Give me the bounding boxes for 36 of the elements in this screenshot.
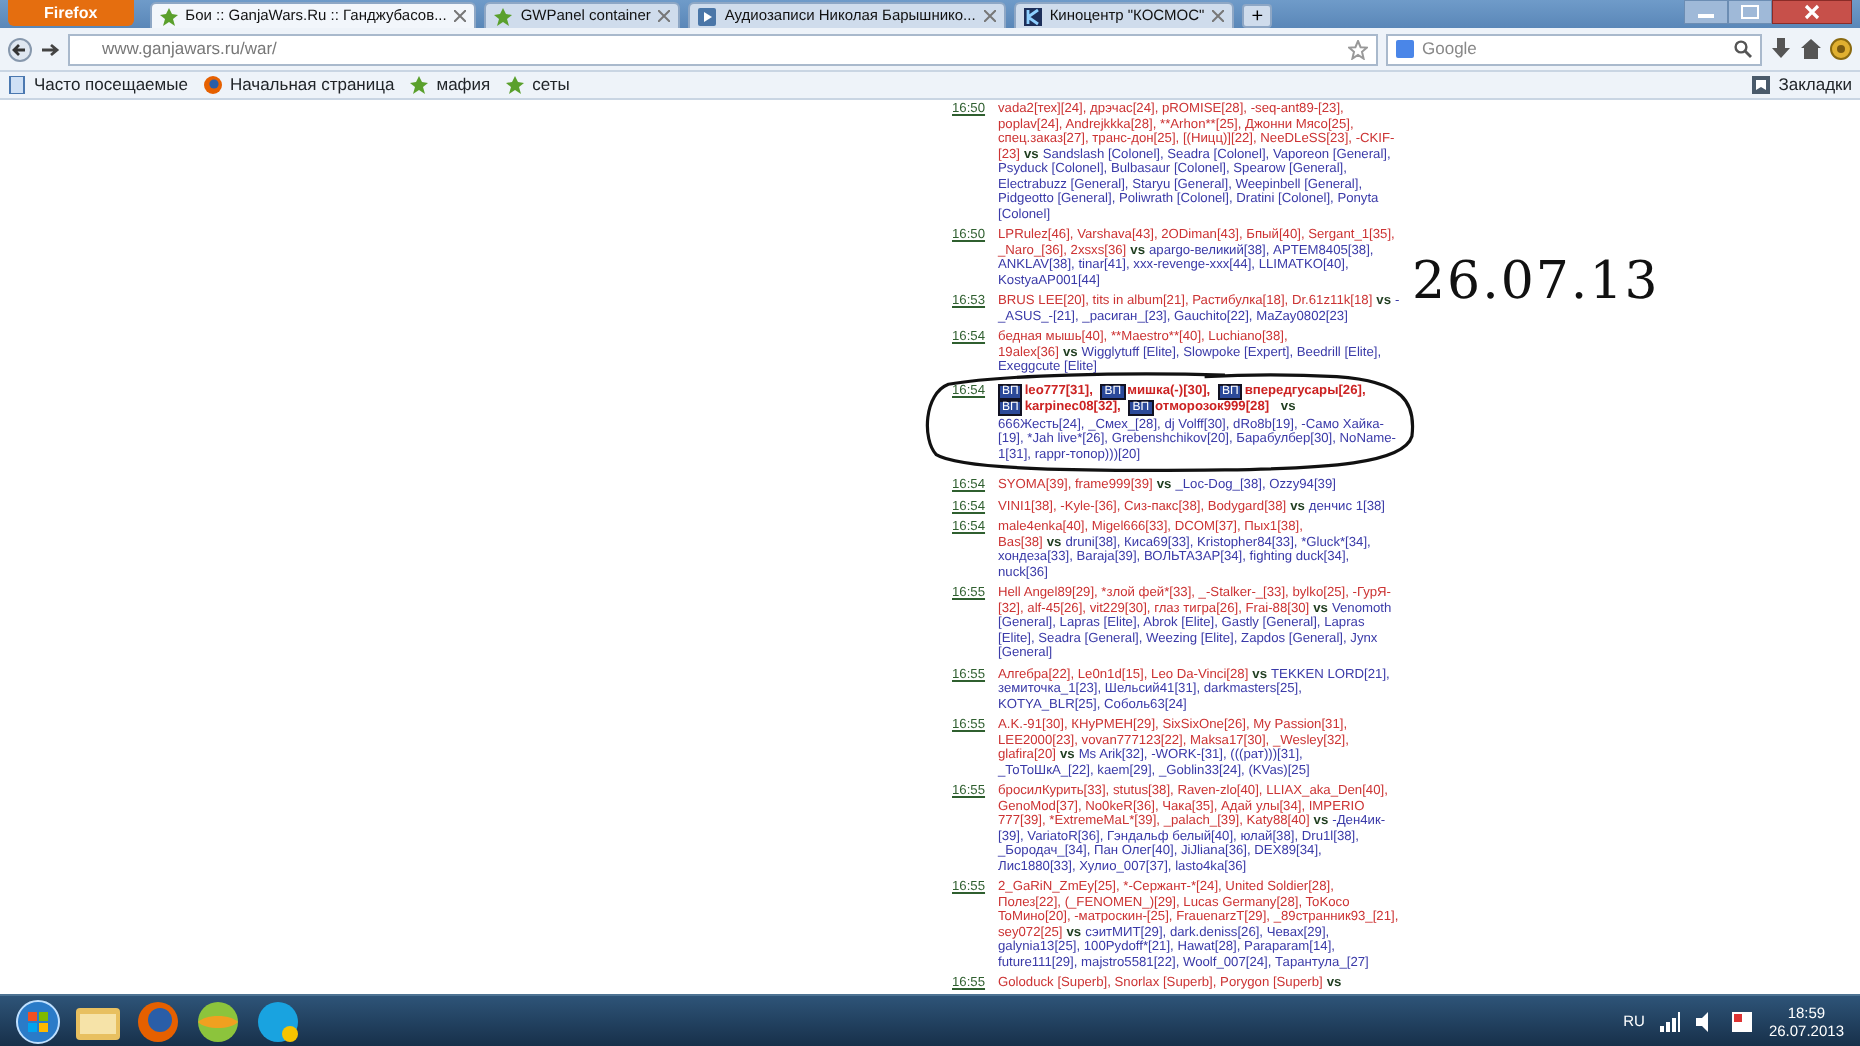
minimize-icon[interactable] (1684, 0, 1728, 24)
bookmarks-icon (1752, 76, 1771, 94)
app-ball-icon[interactable] (196, 999, 240, 1043)
close-icon[interactable] (1772, 0, 1852, 24)
play-icon (698, 7, 717, 25)
bookmarks-menu-button[interactable]: Закладки (1752, 72, 1852, 98)
back-icon[interactable] (8, 37, 32, 61)
bookmark-link[interactable]: Начальная страница (203, 72, 395, 98)
page-icon (8, 76, 26, 94)
search-field[interactable]: Google (1386, 33, 1762, 65)
start-orb-icon[interactable] (16, 999, 60, 1043)
bookmark-link[interactable]: Часто посещаемые (8, 72, 188, 98)
bookmark-link[interactable]: мафия (410, 72, 491, 98)
search-icon[interactable] (1734, 40, 1752, 58)
forward-icon[interactable] (40, 39, 60, 59)
firefox-icon (203, 76, 222, 94)
handwritten-date: 26.07.13 (1412, 250, 1660, 316)
home-icon[interactable] (1800, 38, 1822, 60)
address-field[interactable]: www.ganjawars.ru/war/ (68, 33, 1378, 65)
download-icon[interactable] (1770, 38, 1792, 60)
bookmark-star-icon[interactable] (1348, 39, 1368, 59)
bookmark-link[interactable]: сеты (506, 72, 570, 98)
search-placeholder: Google (1422, 36, 1479, 62)
network-icon[interactable] (1660, 1011, 1681, 1031)
firefox-icon[interactable] (136, 999, 180, 1043)
flag-icon[interactable] (1732, 1011, 1753, 1031)
restore-icon[interactable] (1728, 0, 1772, 24)
leaf-icon (159, 7, 178, 25)
leaf-icon (506, 76, 525, 94)
folder-icon[interactable] (76, 1003, 120, 1039)
leaf-icon (410, 76, 429, 94)
address-text: www.ganjawars.ru/war/ (102, 36, 277, 62)
new-tab-button[interactable]: + (1242, 4, 1273, 28)
leaf-icon (494, 7, 513, 25)
cinema-logo-icon (1023, 7, 1042, 25)
close-icon[interactable] (454, 10, 467, 22)
